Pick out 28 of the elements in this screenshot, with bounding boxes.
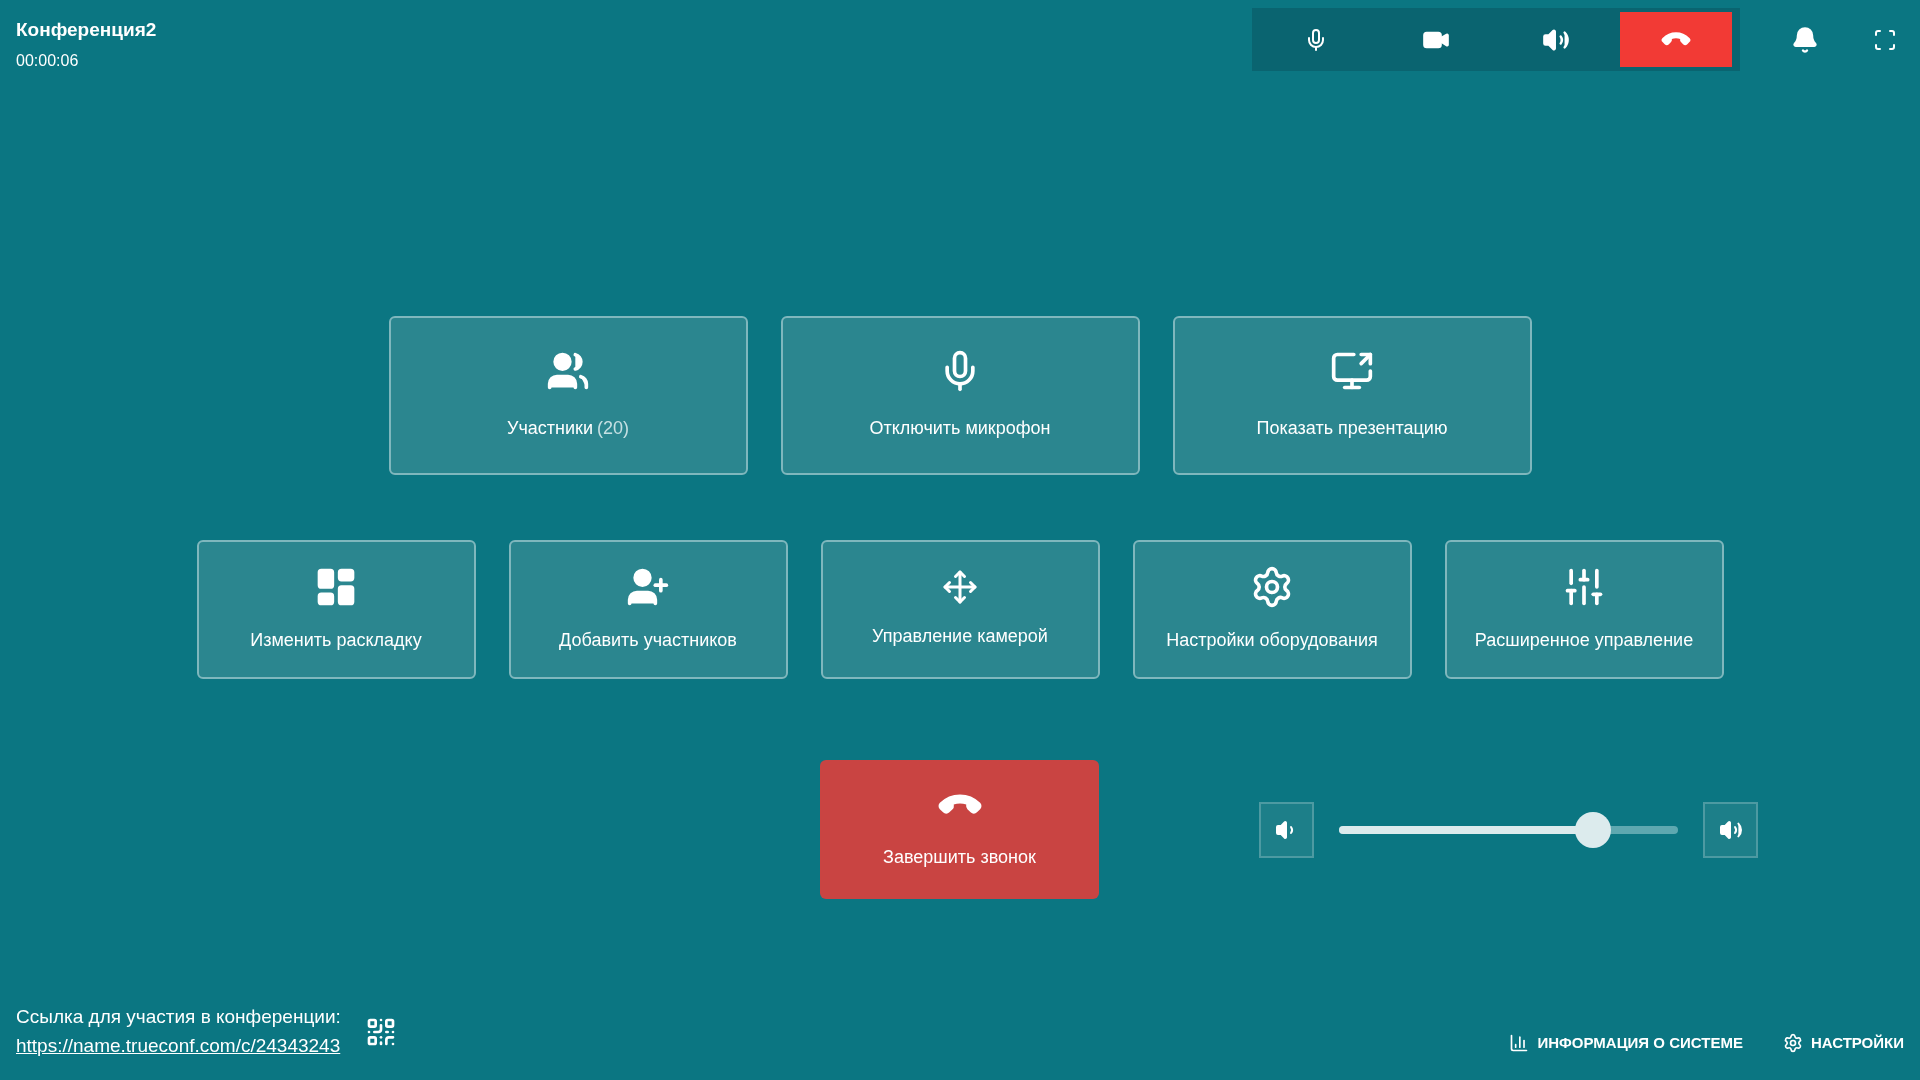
action-tile[interactable]: Изменить раскладку (196, 540, 476, 679)
action-tile[interactable]: Настройки оборудования (1132, 540, 1412, 679)
action-tile[interactable]: Участники (20) (388, 316, 748, 475)
tile-label: Участники (507, 417, 593, 440)
volume-up-button[interactable] (1703, 801, 1758, 858)
settings-button[interactable]: НАСТРОЙКИ (1782, 1031, 1904, 1054)
action-tile[interactable]: Показать презентацию (1172, 316, 1532, 475)
system-info-button[interactable]: ИНФОРМАЦИЯ О СИСТЕМЕ (1509, 1031, 1743, 1054)
chart-icon (1509, 1032, 1530, 1053)
action-tile[interactable]: Расширенное управление (1444, 540, 1724, 679)
action-tile[interactable]: Управление камерой (820, 540, 1100, 679)
participant-count: (20) (597, 417, 629, 440)
settings-icon (1782, 1032, 1803, 1053)
slider-thumb[interactable] (1575, 811, 1612, 848)
arrows-icon (942, 569, 978, 605)
hang-up-button[interactable] (1620, 12, 1732, 67)
link-caption: Ссылка для участия в конференции: (16, 1005, 341, 1029)
bell-icon (1791, 25, 1819, 54)
tile-label: Показать презентацию (1256, 417, 1448, 440)
conference-link[interactable]: https://name.trueconf.com/c/24343243 (16, 1031, 341, 1060)
fullscreen-icon (1873, 27, 1897, 52)
action-tile[interactable]: Отключить микрофон (780, 316, 1140, 475)
conference-title: Конференция2 (16, 18, 157, 42)
volume-down-button[interactable] (1259, 801, 1314, 858)
action-tile[interactable]: Добавить участников (508, 540, 788, 679)
end-call-button[interactable]: Завершить звонок (820, 760, 1099, 899)
call-duration: 00:00:06 (16, 50, 80, 71)
tile-label: Отключить микрофон (869, 417, 1051, 440)
